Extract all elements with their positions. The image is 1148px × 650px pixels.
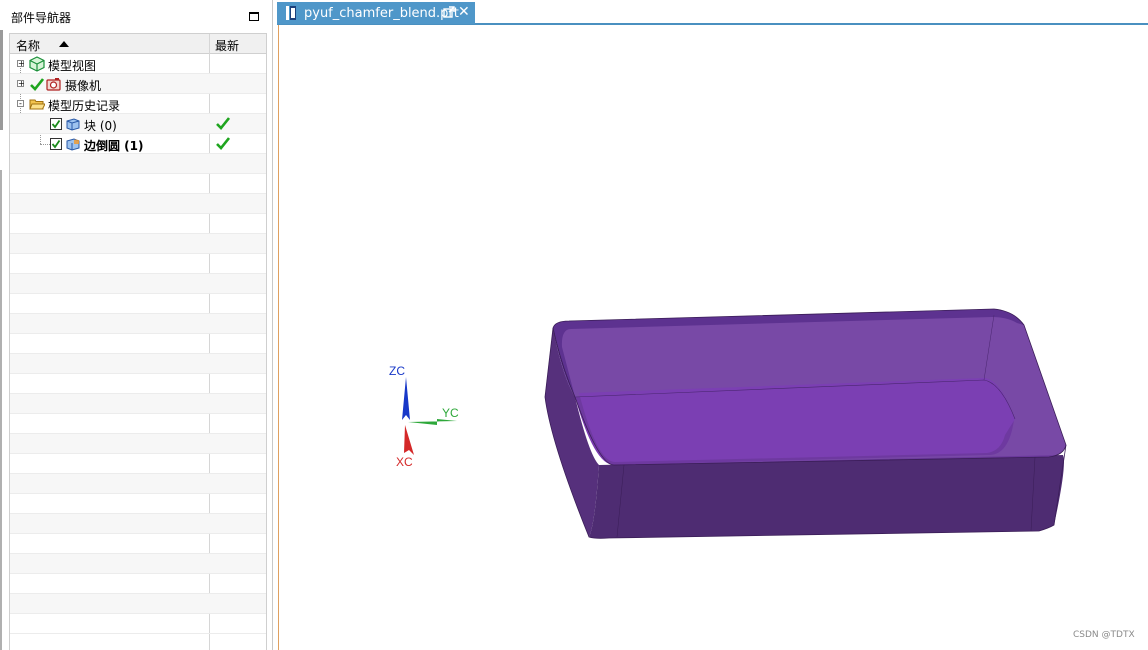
resource-bar-edge (0, 170, 2, 650)
x-axis-label: XC (396, 455, 413, 469)
empty-row (10, 494, 266, 514)
empty-row (10, 454, 266, 474)
graphics-viewport[interactable]: ZC YC XC (278, 25, 1148, 650)
empty-row (10, 154, 266, 174)
x-axis-arrow (404, 425, 414, 455)
empty-row (10, 554, 266, 574)
blended-block-part[interactable] (544, 308, 1067, 539)
watermark-text: CSDN @TDTX (1073, 630, 1135, 640)
tree-item-label: 模型视图 (48, 59, 97, 73)
empty-row (10, 214, 266, 234)
empty-row (10, 374, 266, 394)
empty-row (10, 334, 266, 354)
column-header-row: 名称 最新 (10, 34, 266, 54)
tab-title: pyuf_chamfer_blend.prt (304, 6, 459, 21)
expand-icon[interactable]: + (17, 60, 25, 68)
sort-ascending-icon[interactable] (59, 41, 69, 47)
tree-row-block-feature[interactable]: 块 (0) (10, 114, 266, 134)
close-tab-icon[interactable]: ✕ (458, 4, 470, 20)
document-tab[interactable]: pyuf_chamfer_blend.prt ✕ (277, 2, 475, 24)
empty-row (10, 194, 266, 214)
tree-row-model-views[interactable]: + 模型视图 (10, 54, 266, 74)
z-axis-label: ZC (389, 364, 405, 378)
model-scene[interactable]: ZC YC XC (279, 25, 1148, 650)
empty-row (10, 294, 266, 314)
z-axis-arrow (402, 377, 410, 420)
tree-item-label: 块 (0) (84, 119, 117, 133)
y-axis-label: YC (442, 406, 459, 420)
empty-row (10, 414, 266, 434)
feature-checkbox[interactable] (50, 138, 62, 150)
feature-checkbox[interactable] (50, 118, 62, 130)
tree-row-camera[interactable]: + 摄像机 (10, 74, 266, 94)
edge-blend-icon (66, 138, 80, 151)
empty-row (10, 254, 266, 274)
empty-row (10, 514, 266, 534)
model-views-icon (29, 56, 45, 72)
empty-row (10, 314, 266, 334)
green-check-icon (30, 78, 44, 91)
tree-item-label: 模型历史记录 (48, 99, 121, 113)
wcs-triad: ZC YC XC (389, 364, 459, 469)
collapse-icon[interactable]: - (17, 100, 24, 108)
empty-row (10, 354, 266, 374)
empty-row (10, 234, 266, 254)
folder-open-icon (29, 99, 45, 110)
tree-row-edge-blend-feature[interactable]: 边倒圆 (1) (10, 134, 266, 154)
resource-bar-edge (0, 30, 3, 130)
part-file-icon (286, 6, 296, 20)
tree-item-label: 边倒圆 (1) (84, 139, 144, 153)
tree-row-model-history[interactable]: - 模型历史记录 (10, 94, 266, 114)
navigator-tree-grid: 名称 最新 + 模型视图 + 摄像机 - 模型历史记录 块 (0) 边倒圆 (1… (9, 33, 267, 650)
empty-row (10, 534, 266, 554)
empty-row (10, 394, 266, 414)
document-tab-bar: pyuf_chamfer_blend.prt ✕ (277, 0, 1148, 25)
block-feature-icon (66, 118, 80, 131)
up-to-date-check-icon (216, 117, 230, 130)
maximize-icon[interactable] (249, 12, 259, 21)
popout-window-icon[interactable] (443, 6, 455, 18)
empty-row (10, 574, 266, 594)
camera-icon (46, 78, 61, 91)
empty-row (10, 594, 266, 614)
column-header-name[interactable]: 名称 (16, 37, 40, 54)
empty-row (10, 474, 266, 494)
empty-row (10, 274, 266, 294)
up-to-date-check-icon (216, 137, 230, 150)
expand-icon[interactable]: + (17, 80, 25, 88)
part-navigator-panel: 部件导航器 名称 最新 + 模型视图 + 摄像机 - 模型历史记录 块 (0) … (0, 0, 273, 650)
column-header-latest[interactable]: 最新 (215, 37, 239, 54)
tree-item-label: 摄像机 (65, 79, 102, 93)
empty-row (10, 434, 266, 454)
empty-row (10, 174, 266, 194)
empty-row (10, 614, 266, 634)
panel-title: 部件导航器 (11, 11, 72, 25)
